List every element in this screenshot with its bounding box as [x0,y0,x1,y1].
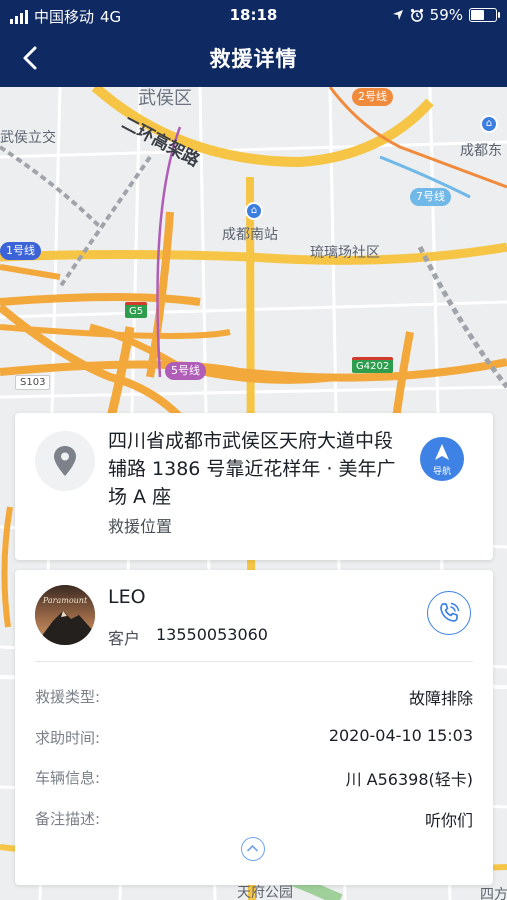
map-metro-line2: 2号线 [352,88,393,106]
train-station-icon: ⌂ [245,202,263,220]
alarm-icon [410,8,423,22]
map-label-liulichang: 琉璃场社区 [310,245,380,261]
phone-icon [440,602,460,622]
map-metro-line1: 1号线 [0,242,41,260]
map-badge-s103: S103 [15,375,51,390]
status-bar: 中国移动 4G 18:18 59% [0,0,507,30]
vehicle-info-value: 川 A56398(轻卡) [345,770,473,789]
rescue-type-value: 故障排除 [408,689,473,708]
customer-phone: 13550053060 [156,625,268,644]
rescue-location-label: 救援位置 [108,517,173,536]
page-title: 救援详情 [209,47,298,71]
battery-percent: 59% [429,6,463,24]
divider [35,661,473,662]
location-icon-circle [35,431,95,491]
map-label-wuhou-lijiao: 武侯立交 [0,130,56,146]
remark-label: 备注描述: [35,810,101,828]
collapse-button[interactable] [241,837,265,861]
vehicle-info-label: 车辆信息: [35,769,101,787]
customer-card: Paramount LEO 客户 13550053060 救援类型: 故障排除 … [15,570,493,885]
location-card: 四川省成都市武侯区天府大道中段辅路 1386 号靠近花样年 · 美年广场 A 座… [15,413,493,560]
status-right: 59% [392,6,500,24]
nav-bar: 救援详情 [0,30,507,87]
chevron-up-icon [247,844,258,852]
map-badge-g5: G5 [125,302,148,318]
avatar-logo-text: Paramount [42,596,88,605]
call-button[interactable] [427,591,471,635]
request-time-label: 求助时间: [35,729,101,747]
map-pin-icon [54,446,76,476]
map-label-chengdu-east: 成都东 [460,143,502,159]
rescue-address: 四川省成都市武侯区天府大道中段辅路 1386 号靠近花样年 · 美年广场 A 座 [108,430,396,508]
map-metro-line7: 7号线 [410,188,451,206]
navigation-arrow-icon [435,444,449,460]
navigate-button[interactable]: 导航 [420,437,464,481]
map-badge-g4202: G4202 [352,357,394,373]
remark-value: 听你们 [424,811,473,830]
location-arrow-icon [392,10,403,20]
map-label-chengdu-south: 成都南站 [222,227,278,243]
customer-type: 客户 [108,629,141,648]
map-metro-line5: 5号线 [165,362,206,380]
train-station-icon: ⌂ [480,115,498,133]
avatar-image: Paramount [35,585,95,645]
navigate-label: 导航 [432,467,451,477]
battery-icon [469,8,500,22]
avatar: Paramount [35,585,95,645]
rescue-type-label: 救援类型: [35,688,101,706]
customer-name: LEO [108,586,146,608]
map-label-sifang: 四方 [480,887,507,900]
request-time-value: 2020-04-10 15:03 [328,726,473,745]
map-label-wuhou-district: 武侯区 [138,88,192,109]
